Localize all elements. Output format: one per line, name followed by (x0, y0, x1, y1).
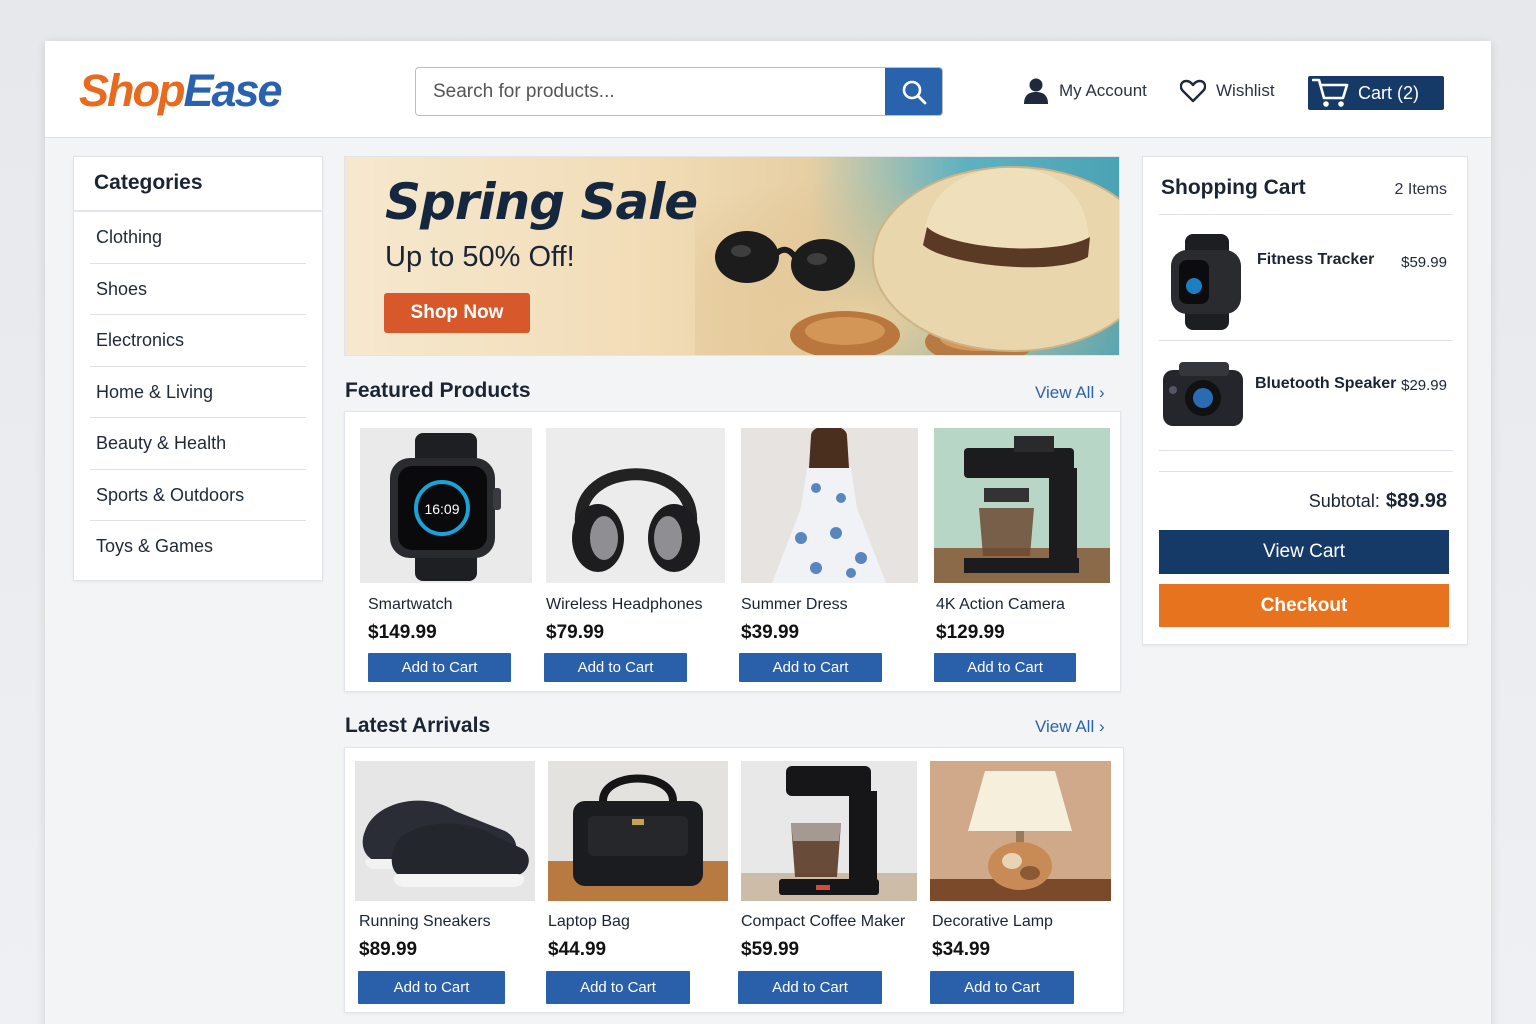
product-name: Running Sneakers (359, 913, 491, 930)
smartwatch-image[interactable]: 16:09 (360, 428, 532, 583)
cart-button[interactable]: Cart (2) (1308, 76, 1444, 110)
product-name: Compact Coffee Maker (741, 913, 906, 930)
my-account-link[interactable]: My Account (1023, 74, 1147, 108)
checkout-button[interactable]: Checkout (1159, 584, 1449, 627)
product-card: Laptop Bag $44.99 Add to Cart (546, 761, 728, 1011)
product-card: Compact Coffee Maker $59.99 Add to Cart (738, 761, 917, 1011)
category-sports-outdoors[interactable]: Sports & Outdoors (90, 470, 306, 521)
banner-subtitle: Up to 50% Off! (385, 241, 575, 273)
lamp-image[interactable] (930, 761, 1111, 901)
category-beauty-health[interactable]: Beauty & Health (90, 418, 306, 470)
product-name: Smartwatch (368, 596, 453, 613)
banner-title: Spring Sale (385, 173, 698, 231)
categories-sidebar: Categories Clothing Shoes Electronics Ho… (73, 156, 323, 581)
latest-arrivals-panel: Running Sneakers $89.99 Add to Cart Lapt… (344, 747, 1124, 1013)
featured-products-panel: 16:09 Smartwatch $149.99 Add to Cart Wir… (344, 411, 1121, 692)
product-name: Laptop Bag (548, 913, 630, 930)
latest-arrivals-title: Latest Arrivals (345, 714, 491, 737)
category-home-living[interactable]: Home & Living (90, 367, 306, 418)
search-icon (902, 80, 926, 104)
add-to-cart-button[interactable]: Add to Cart (544, 653, 687, 682)
category-clothing[interactable]: Clothing (90, 212, 306, 264)
headphones-image[interactable] (546, 428, 725, 583)
category-toys-games[interactable]: Toys & Games (90, 521, 306, 573)
product-price: $149.99 (368, 622, 437, 643)
fitness-tracker-image[interactable] (1165, 232, 1247, 332)
heart-icon (1180, 79, 1206, 103)
cart-subtotal: Subtotal: $89.98 (1309, 490, 1447, 513)
cart-item-name: Bluetooth Speaker (1255, 375, 1397, 392)
promo-banner[interactable]: Spring Sale Up to 50% Off! Shop Now (344, 156, 1120, 356)
sneakers-image[interactable] (355, 761, 535, 901)
product-price: $59.99 (741, 939, 800, 960)
cart-item-name: Fitness Tracker (1257, 251, 1375, 268)
divider (1159, 471, 1453, 472)
subtotal-label: Subtotal: (1308, 491, 1380, 511)
product-card: Wireless Headphones $79.99 Add to Cart (544, 428, 725, 682)
latest-view-all-link[interactable]: View All › (1035, 717, 1105, 737)
add-to-cart-button[interactable]: Add to Cart (358, 971, 505, 1004)
cart-item-count: 2 Items (1394, 181, 1447, 198)
cart-item-price: $59.99 (1401, 254, 1447, 271)
product-name: 4K Action Camera (936, 596, 1065, 613)
featured-view-all-link[interactable]: View All › (1035, 383, 1105, 403)
logo[interactable]: ShopEase (79, 63, 283, 119)
site-header: ShopEase My Account Wishlist (45, 41, 1491, 138)
shopping-cart-panel: Shopping Cart 2 Items Fitness Tracker $5… (1142, 156, 1468, 645)
product-price: $39.99 (741, 622, 800, 643)
cart-panel-title: Shopping Cart (1161, 176, 1306, 199)
product-price: $34.99 (932, 939, 991, 960)
product-price: $79.99 (546, 622, 605, 643)
add-to-cart-button[interactable]: Add to Cart (738, 971, 882, 1004)
cart-item-price: $29.99 (1401, 377, 1447, 394)
add-to-cart-button[interactable]: Add to Cart (368, 653, 511, 682)
cart-icon (1312, 78, 1349, 107)
featured-products-title: Featured Products (345, 379, 531, 402)
coffee-maker-image[interactable] (741, 761, 917, 901)
category-list: Clothing Shoes Electronics Home & Living… (74, 212, 322, 573)
product-card: Running Sneakers $89.99 Add to Cart (355, 761, 535, 1011)
product-name: Summer Dress (741, 596, 848, 613)
divider (1159, 450, 1453, 451)
category-shoes[interactable]: Shoes (90, 264, 306, 315)
page: ShopEase My Account Wishlist (45, 41, 1491, 1024)
search-button[interactable] (885, 68, 942, 115)
categories-title: Categories (74, 157, 322, 212)
product-card: Summer Dress $39.99 Add to Cart (739, 428, 918, 682)
view-cart-button[interactable]: View Cart (1159, 530, 1449, 574)
divider (1159, 214, 1453, 215)
product-name: Wireless Headphones (546, 596, 703, 613)
search-bar (415, 67, 943, 116)
coffee-maker-image[interactable] (934, 428, 1110, 583)
add-to-cart-button[interactable]: Add to Cart (930, 971, 1074, 1004)
beach-hat-sunglasses-illustration (695, 157, 1119, 355)
product-price: $89.99 (359, 939, 418, 960)
product-card: Decorative Lamp $34.99 Add to Cart (930, 761, 1111, 1011)
user-icon (1024, 78, 1048, 104)
add-to-cart-button[interactable]: Add to Cart (546, 971, 690, 1004)
product-price: $129.99 (936, 622, 1005, 643)
subtotal-value: $89.98 (1385, 490, 1447, 512)
dress-image[interactable] (741, 428, 918, 583)
shop-now-button[interactable]: Shop Now (384, 293, 530, 333)
divider (1159, 340, 1453, 341)
wishlist-link[interactable]: Wishlist (1180, 74, 1275, 108)
product-price: $44.99 (548, 939, 607, 960)
add-to-cart-button[interactable]: Add to Cart (934, 653, 1076, 682)
add-to-cart-button[interactable]: Add to Cart (739, 653, 882, 682)
category-electronics[interactable]: Electronics (90, 315, 306, 367)
watch-time: 16:09 (424, 501, 459, 517)
bluetooth-speaker-image[interactable] (1159, 360, 1247, 432)
search-input[interactable] (416, 68, 886, 115)
product-name: Decorative Lamp (932, 913, 1053, 930)
bag-image[interactable] (548, 761, 728, 901)
product-card: 4K Action Camera $129.99 Add to Cart (934, 428, 1110, 682)
product-card: 16:09 Smartwatch $149.99 Add to Cart (360, 428, 532, 682)
